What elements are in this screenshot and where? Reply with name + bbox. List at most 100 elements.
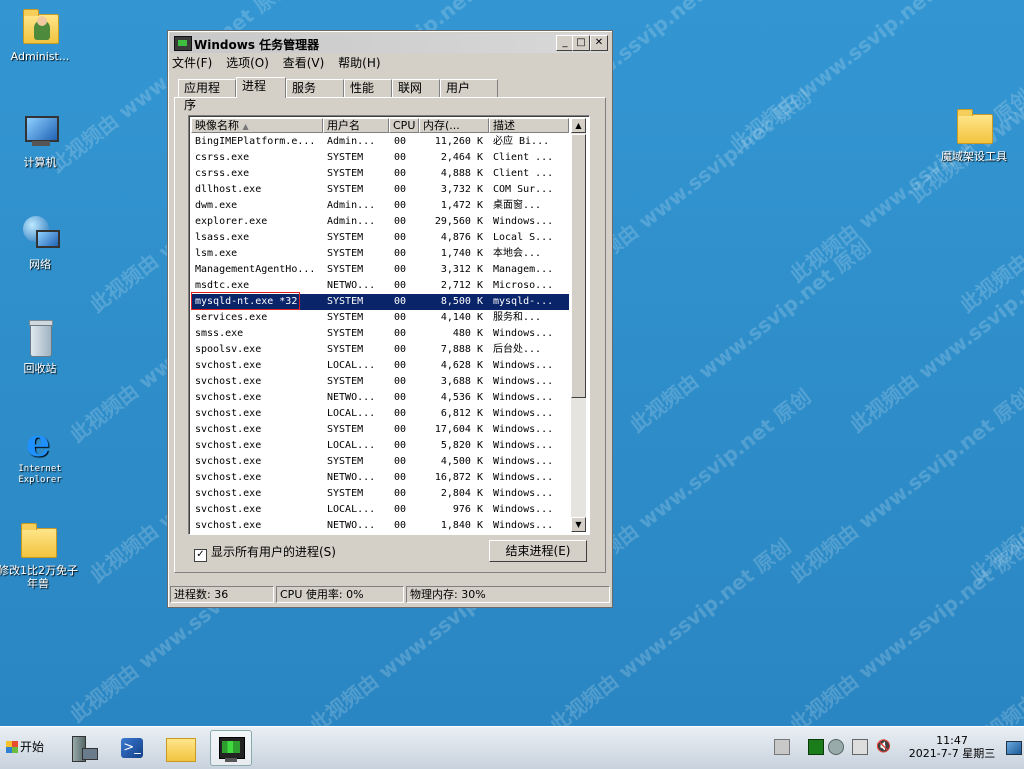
table-row[interactable]: ManagementAgentHo... SYSTEM 00 3,312 K Manag… xyxy=(191,262,569,278)
desktop-icon-mod-folder[interactable]: 修改1比2万免子年兽 xyxy=(0,520,78,590)
scroll-thumb[interactable] xyxy=(571,134,586,398)
table-row[interactable]: csrss.exe SYSTEM 00 2,464 K Client ... xyxy=(191,150,569,166)
taskbar-explorer[interactable] xyxy=(160,730,202,766)
table-row[interactable]: mysqld-nt.exe *32 SYSTEM 00 8,500 Kmysqld-.… xyxy=(191,292,569,310)
table-row[interactable]: csrss.exe SYSTEM 00 4,888 K Client ... xyxy=(191,166,569,182)
process-user: NETWO... xyxy=(327,472,376,483)
menu-help[interactable]: 帮助(H) xyxy=(338,56,380,70)
table-row[interactable]: dwm.exe Admin... 00 1,472 K 桌面窗... xyxy=(191,198,569,214)
table-row[interactable]: svchost.exe NETWO... 00 16,872 K Windows... xyxy=(191,470,569,486)
table-row[interactable]: svchost.exe SYSTEM 00 4,500 K Windows... xyxy=(191,454,569,470)
table-row[interactable]: svchost.exe NETWO... 00 4,536 K Windows... xyxy=(191,390,569,406)
table-row[interactable]: svchost.exe LOCAL... 00 976 K Windows... xyxy=(191,502,569,518)
menu-options[interactable]: 选项(O) xyxy=(226,56,269,70)
process-cpu: 00 xyxy=(394,520,407,531)
tab-processes[interactable]: 进程 xyxy=(236,77,286,98)
column-description[interactable]: 描述 xyxy=(489,118,569,133)
process-description: Windows... xyxy=(493,328,554,339)
process-user: SYSTEM xyxy=(327,376,364,387)
action-center-icon[interactable] xyxy=(828,739,844,755)
process-memory: 2,804 K xyxy=(440,488,483,499)
table-row[interactable]: services.exe SYSTEM 00 4,140 K 服务和... xyxy=(191,310,569,326)
network-globe-icon xyxy=(20,214,60,254)
process-list[interactable]: 映像名称 ▲ 用户名 CPU 内存(... 描述 BingIMEPlatform… xyxy=(188,115,590,535)
process-user: SYSTEM xyxy=(327,456,364,467)
table-row[interactable]: svchost.exe LOCAL... 00 6,812 K Windows... xyxy=(191,406,569,422)
table-row[interactable]: svchost.exe SYSTEM 00 17,604 K Windows... xyxy=(191,422,569,438)
end-process-button[interactable]: 结束进程(E) xyxy=(489,540,587,562)
process-user: SYSTEM xyxy=(327,248,364,259)
table-row[interactable]: smss.exe SYSTEM 00 480 K Windows... xyxy=(191,326,569,342)
recycle-bin-icon xyxy=(20,318,60,358)
menu-file[interactable]: 文件(F) xyxy=(172,56,212,70)
process-cpu: 00 xyxy=(394,248,407,259)
maximize-button[interactable]: □ xyxy=(572,35,590,51)
start-label: 开始 xyxy=(20,740,45,754)
process-memory: 4,888 K xyxy=(440,168,483,179)
vertical-scrollbar[interactable]: ▲ ▼ xyxy=(571,118,586,532)
tab-services[interactable]: 服务 xyxy=(286,79,344,97)
desktop-icon-computer[interactable]: 计算机 xyxy=(0,112,80,169)
status-physical-memory: 物理内存: 30% xyxy=(406,586,610,603)
title-bar[interactable]: Windows 任务管理器 _ □ ✕ xyxy=(170,33,608,53)
table-row[interactable]: svchost.exe NETWO... 00 1,840 K Windows... xyxy=(191,518,569,534)
close-button[interactable]: ✕ xyxy=(590,35,608,51)
process-cpu: 00 xyxy=(394,312,407,323)
column-user-name[interactable]: 用户名 xyxy=(323,118,389,133)
show-all-users-checkbox[interactable]: ✓ 显示所有用户的进程(S) xyxy=(194,543,336,562)
tab-performance[interactable]: 性能 xyxy=(344,79,392,97)
table-row[interactable]: svchost.exe LOCAL... 00 4,628 K Windows... xyxy=(191,358,569,374)
start-button[interactable]: 开始 xyxy=(2,735,50,759)
show-desktop-button[interactable] xyxy=(1006,741,1022,755)
menu-view[interactable]: 查看(V) xyxy=(283,56,325,70)
table-row[interactable]: explorer.exe Admin... 00 29,560 K Windows... xyxy=(191,214,569,230)
table-row[interactable]: lsass.exe SYSTEM 00 4,876 K Local S... xyxy=(191,230,569,246)
table-row[interactable]: spoolsv.exe SYSTEM 00 7,888 K 后台处... xyxy=(191,342,569,358)
status-process-count: 进程数: 36 xyxy=(170,586,274,603)
icon-label: 回收站 xyxy=(23,362,57,375)
app-tray-icon[interactable] xyxy=(808,739,824,755)
desktop-icon-administrator[interactable]: Administ... xyxy=(0,6,80,63)
table-row[interactable]: svchost.exe LOCAL... 00 5,820 K Windows... xyxy=(191,438,569,454)
process-description: Windows... xyxy=(493,392,554,403)
process-user: LOCAL... xyxy=(327,440,376,451)
tab-users[interactable]: 用户 xyxy=(440,79,498,97)
table-row[interactable]: svchost.exe SYSTEM 00 3,688 K Windows... xyxy=(191,374,569,390)
desktop-icon-network[interactable]: 网络 xyxy=(0,214,80,271)
taskbar-powershell[interactable]: >_ xyxy=(112,730,154,766)
process-cpu: 00 xyxy=(394,408,407,419)
process-description: Windows... xyxy=(493,216,554,227)
column-cpu[interactable]: CPU xyxy=(389,118,419,133)
icon-label: 网络 xyxy=(29,258,51,271)
tab-applications[interactable]: 应用程序 xyxy=(178,79,236,112)
taskbar-server-manager[interactable] xyxy=(62,730,104,766)
column-memory[interactable]: 内存(... xyxy=(419,118,489,133)
process-user: SYSTEM xyxy=(327,232,364,243)
keyboard-icon[interactable] xyxy=(774,739,790,755)
network-tray-icon[interactable] xyxy=(852,739,868,755)
process-description: Windows... xyxy=(493,440,554,451)
table-row[interactable]: lsm.exe SYSTEM 00 1,740 K 本地会... xyxy=(191,246,569,262)
tab-networking[interactable]: 联网 xyxy=(392,79,440,97)
desktop-icon-recycle-bin[interactable]: 回收站 xyxy=(0,318,80,375)
clock[interactable]: 11:47 2021-7-7 星期三 xyxy=(900,734,1004,760)
process-memory: 29,560 K xyxy=(434,216,483,227)
desktop-icon-tool-folder[interactable]: 魔域架设工具 xyxy=(934,106,1014,163)
volume-muted-icon[interactable]: 🔇 xyxy=(876,739,891,753)
process-description: Windows... xyxy=(493,504,554,515)
taskbar: 开始 >_ 🔇 11:47 2021-7-7 星期三 xyxy=(0,726,1024,769)
process-cpu: 00 xyxy=(394,344,407,355)
table-row[interactable]: svchost.exe SYSTEM 00 2,804 K Windows... xyxy=(191,486,569,502)
process-cpu: 00 xyxy=(394,296,407,307)
process-memory: 4,536 K xyxy=(440,392,483,403)
scroll-down-button[interactable]: ▼ xyxy=(571,517,586,532)
process-description: Managem... xyxy=(493,264,554,275)
taskbar-task-manager[interactable] xyxy=(210,730,252,766)
process-name: dwm.exe xyxy=(195,200,238,211)
table-row[interactable]: dllhost.exe SYSTEM 00 3,732 K COM Sur... xyxy=(191,182,569,198)
process-cpu: 00 xyxy=(394,168,407,179)
table-row[interactable]: BingIMEPlatform.e... Admin... 00 11,260 K 必应… xyxy=(191,134,569,150)
desktop-icon-internet-explorer[interactable]: e Internet Explorer xyxy=(0,420,80,486)
column-image-name[interactable]: 映像名称 ▲ xyxy=(191,118,323,133)
scroll-up-button[interactable]: ▲ xyxy=(571,118,586,133)
